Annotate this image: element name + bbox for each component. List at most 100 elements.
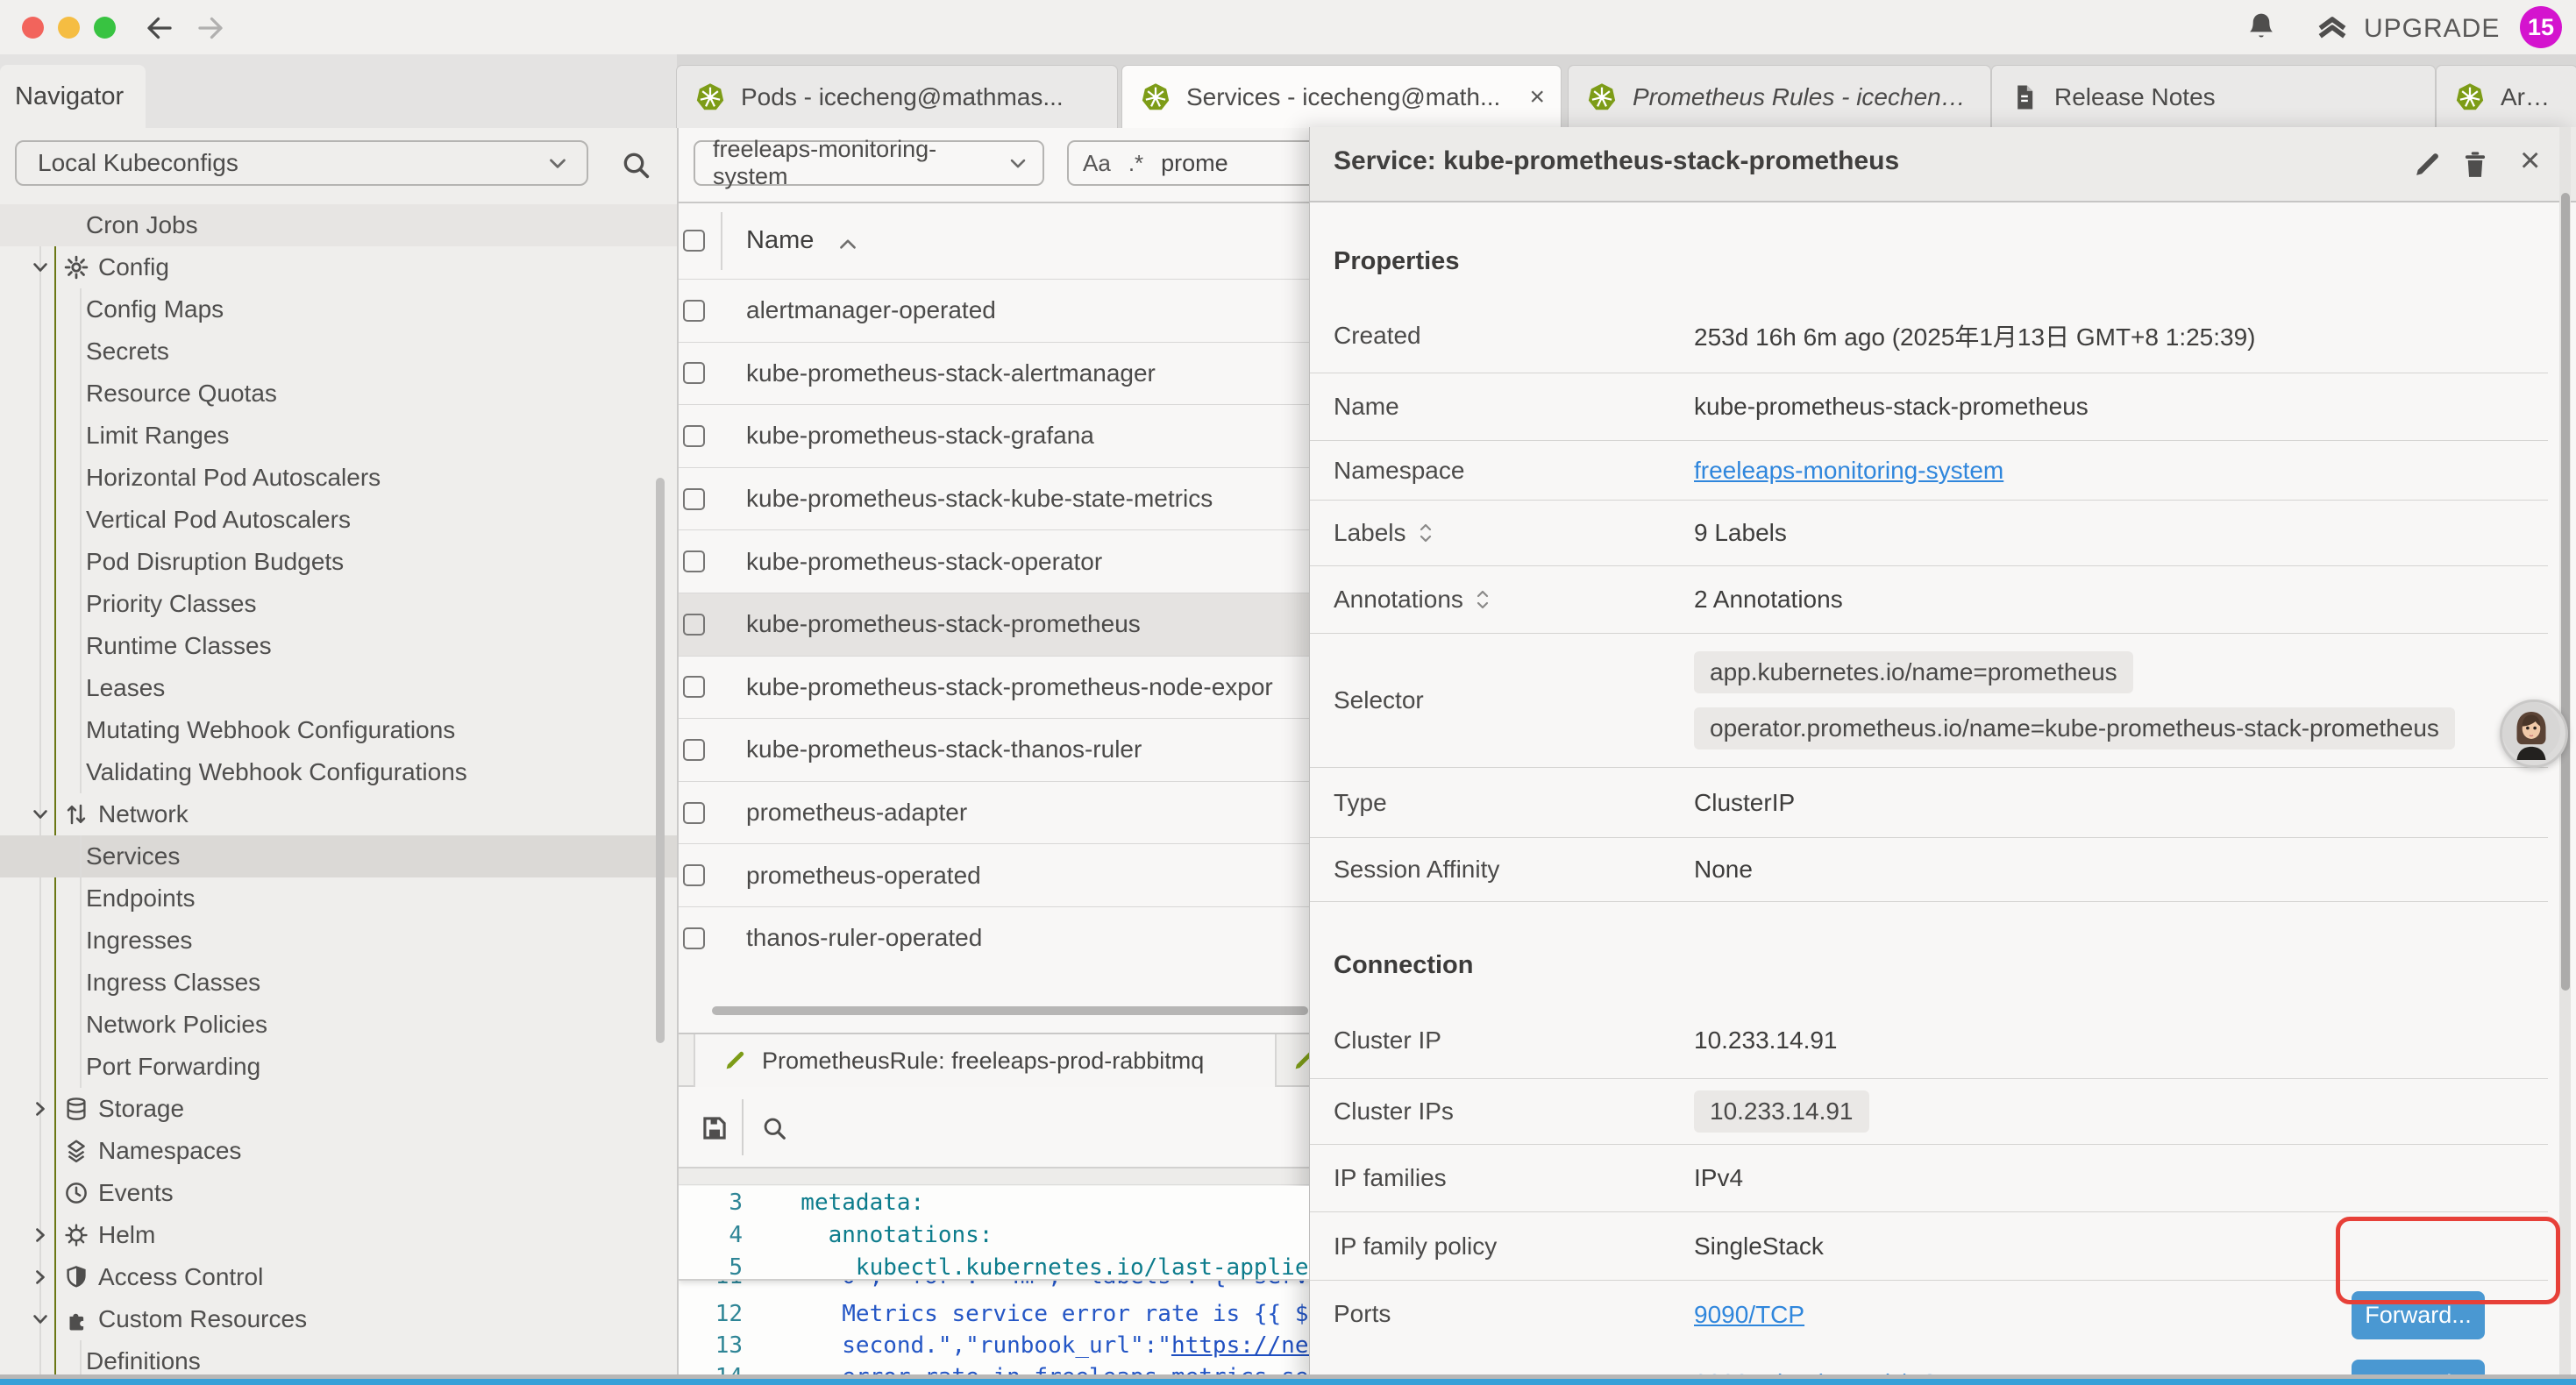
sidebar-item-validating-webhook-configurations[interactable]: Validating Webhook Configurations [0,751,677,793]
sidebar-item-horizontal-pod-autoscalers[interactable]: Horizontal Pod Autoscalers [0,457,677,499]
code-line[interactable]: 12 Metrics service error rate is {{ $va [679,1297,1309,1330]
sidebar-item-limit-ranges[interactable]: Limit Ranges [0,415,677,457]
table-row[interactable]: kube-prometheus-stack-prometheus [679,593,1309,656]
maximize-window-button[interactable] [94,17,116,39]
sidebar-item-cron-jobs[interactable]: Cron Jobs [0,204,677,246]
sidebar-scrollbar[interactable] [656,478,665,1043]
sidebar-item-resource-quotas[interactable]: Resource Quotas [0,373,677,415]
sidebar-item-config-maps[interactable]: Config Maps [0,288,677,330]
row-checkbox[interactable] [683,614,705,636]
table-row[interactable]: prometheus-adapter [679,781,1309,844]
code-line[interactable]: 5 kubectl.kubernetes.io/last-applied-co [679,1251,1309,1283]
sidebar-item-network[interactable]: Network [0,793,677,835]
upgrade-button[interactable]: UPGRADE [2313,10,2500,48]
table-row[interactable]: kube-prometheus-stack-alertmanager [679,342,1309,405]
app-tab-3[interactable]: Prometheus Rules - icecheng... [1568,65,1991,128]
namespace-filter-dropdown[interactable]: freeleaps-monitoring-system [694,140,1044,186]
save-icon[interactable] [698,1112,731,1145]
row-checkbox[interactable] [683,362,705,384]
sidebar-item-priority-classes[interactable]: Priority Classes [0,583,677,625]
kubeconfig-selector[interactable]: Local Kubeconfigs [15,140,588,186]
close-icon[interactable]: × [1529,84,1545,110]
editor-tab-next-partial[interactable] [1278,1034,1309,1087]
row-checkbox[interactable] [683,550,705,572]
chevron-right-icon[interactable] [28,1265,53,1289]
table-row[interactable]: kube-prometheus-stack-prometheus-node-ex… [679,656,1309,719]
name-column-header[interactable]: Name [746,226,814,255]
profile-notification-badge[interactable]: 15 [2520,6,2562,48]
sidebar-item-config[interactable]: Config [0,246,677,288]
chevron-right-icon[interactable] [28,1097,53,1121]
sort-updown-icon[interactable] [1415,520,1436,546]
row-checkbox[interactable] [683,864,705,886]
back-icon[interactable] [144,12,175,44]
row-checkbox[interactable] [683,927,705,949]
table-row[interactable]: kube-prometheus-stack-thanos-ruler [679,718,1309,781]
select-all-checkbox[interactable] [683,230,705,252]
match-case-icon[interactable]: Aa [1083,150,1111,177]
sidebar-item-storage[interactable]: Storage [0,1088,677,1130]
horizontal-scrollbar[interactable] [712,1006,1308,1015]
row-checkbox[interactable] [683,802,705,824]
sidebar-item-events[interactable]: Events [0,1172,677,1214]
drawer-scrollbar[interactable] [2561,193,2570,991]
sidebar-item-helm[interactable]: Helm [0,1214,677,1256]
name-search-input[interactable]: Aa .* prome [1067,140,1309,186]
row-checkbox[interactable] [683,676,705,698]
avatar[interactable] [2500,700,2568,768]
sidebar-item-ingresses[interactable]: Ingresses [0,920,677,962]
code-line[interactable]: 4 annotations: [679,1218,1309,1251]
editor-tab-prometheusrule[interactable]: PrometheusRule: freeleaps-prod-rabbitmq [694,1034,1277,1087]
delete-trash-icon[interactable] [2459,148,2492,181]
chevron-right-icon[interactable] [28,1223,53,1247]
app-tab-1[interactable]: Pods - icecheng@mathmas... [676,65,1118,128]
app-tab-2[interactable]: Services - icecheng@math...× [1121,65,1562,128]
row-checkbox[interactable] [683,739,705,761]
table-row[interactable]: alertmanager-operated [679,279,1309,342]
row-checkbox[interactable] [683,425,705,447]
editor-search-icon[interactable] [759,1113,789,1143]
code-editor[interactable]: 3 metadata:4 annotations:5 kubectl.kuber… [679,1186,1309,1385]
code-line[interactable]: 3 metadata: [679,1186,1309,1218]
row-checkbox[interactable] [683,300,705,322]
table-row[interactable]: kube-prometheus-stack-operator [679,529,1309,593]
sidebar-item-runtime-classes[interactable]: Runtime Classes [0,625,677,667]
namespace-link[interactable]: freeleaps-monitoring-system [1694,457,2003,484]
port-link[interactable]: 9090/TCP [1694,1301,1804,1329]
table-row[interactable]: kube-prometheus-stack-grafana [679,404,1309,467]
app-tab-4[interactable]: Release Notes [1991,65,2436,128]
minimize-window-button[interactable] [58,17,80,39]
chevron-down-icon[interactable] [28,1307,53,1332]
sidebar-item-namespaces[interactable]: Namespaces [0,1130,677,1172]
sidebar-item-port-forwarding[interactable]: Port Forwarding [0,1046,677,1088]
chevron-down-icon[interactable] [28,255,53,280]
search-icon[interactable] [618,147,653,182]
sidebar-item-secrets[interactable]: Secrets [0,330,677,373]
close-window-button[interactable] [22,17,44,39]
notifications-bell-icon[interactable] [2243,9,2280,46]
table-row[interactable]: kube-prometheus-stack-kube-state-metrics [679,467,1309,530]
app-tab-5[interactable]: Argo Se [2436,65,2576,128]
chevron-down-icon[interactable] [28,802,53,827]
regex-icon[interactable]: .* [1128,150,1143,177]
sort-ascending-icon[interactable] [836,235,859,252]
sidebar-item-ingress-classes[interactable]: Ingress Classes [0,962,677,1004]
sidebar-item-leases[interactable]: Leases [0,667,677,709]
table-row[interactable]: prometheus-operated [679,843,1309,906]
sidebar-item-vertical-pod-autoscalers[interactable]: Vertical Pod Autoscalers [0,499,677,541]
edit-pencil-icon[interactable] [2410,148,2444,181]
close-icon[interactable]: × [2520,141,2540,181]
sidebar-item-custom-resources[interactable]: Custom Resources [0,1298,677,1340]
forward-icon[interactable] [195,12,226,44]
sidebar-item-services[interactable]: Services [0,835,677,877]
row-checkbox[interactable] [683,488,705,510]
sidebar-item-network-policies[interactable]: Network Policies [0,1004,677,1046]
sort-updown-icon[interactable] [1472,586,1493,613]
table-row[interactable]: thanos-ruler-operated [679,906,1309,970]
sidebar-item-pod-disruption-budgets[interactable]: Pod Disruption Budgets [0,541,677,583]
sidebar-item-mutating-webhook-configurations[interactable]: Mutating Webhook Configurations [0,709,677,751]
code-line[interactable]: 13 second.","runbook_url":"https://net [679,1329,1309,1361]
sidebar-item-access-control[interactable]: Access Control [0,1256,677,1298]
sidebar-item-endpoints[interactable]: Endpoints [0,877,677,920]
navigator-panel-tab[interactable]: Navigator [0,65,146,128]
